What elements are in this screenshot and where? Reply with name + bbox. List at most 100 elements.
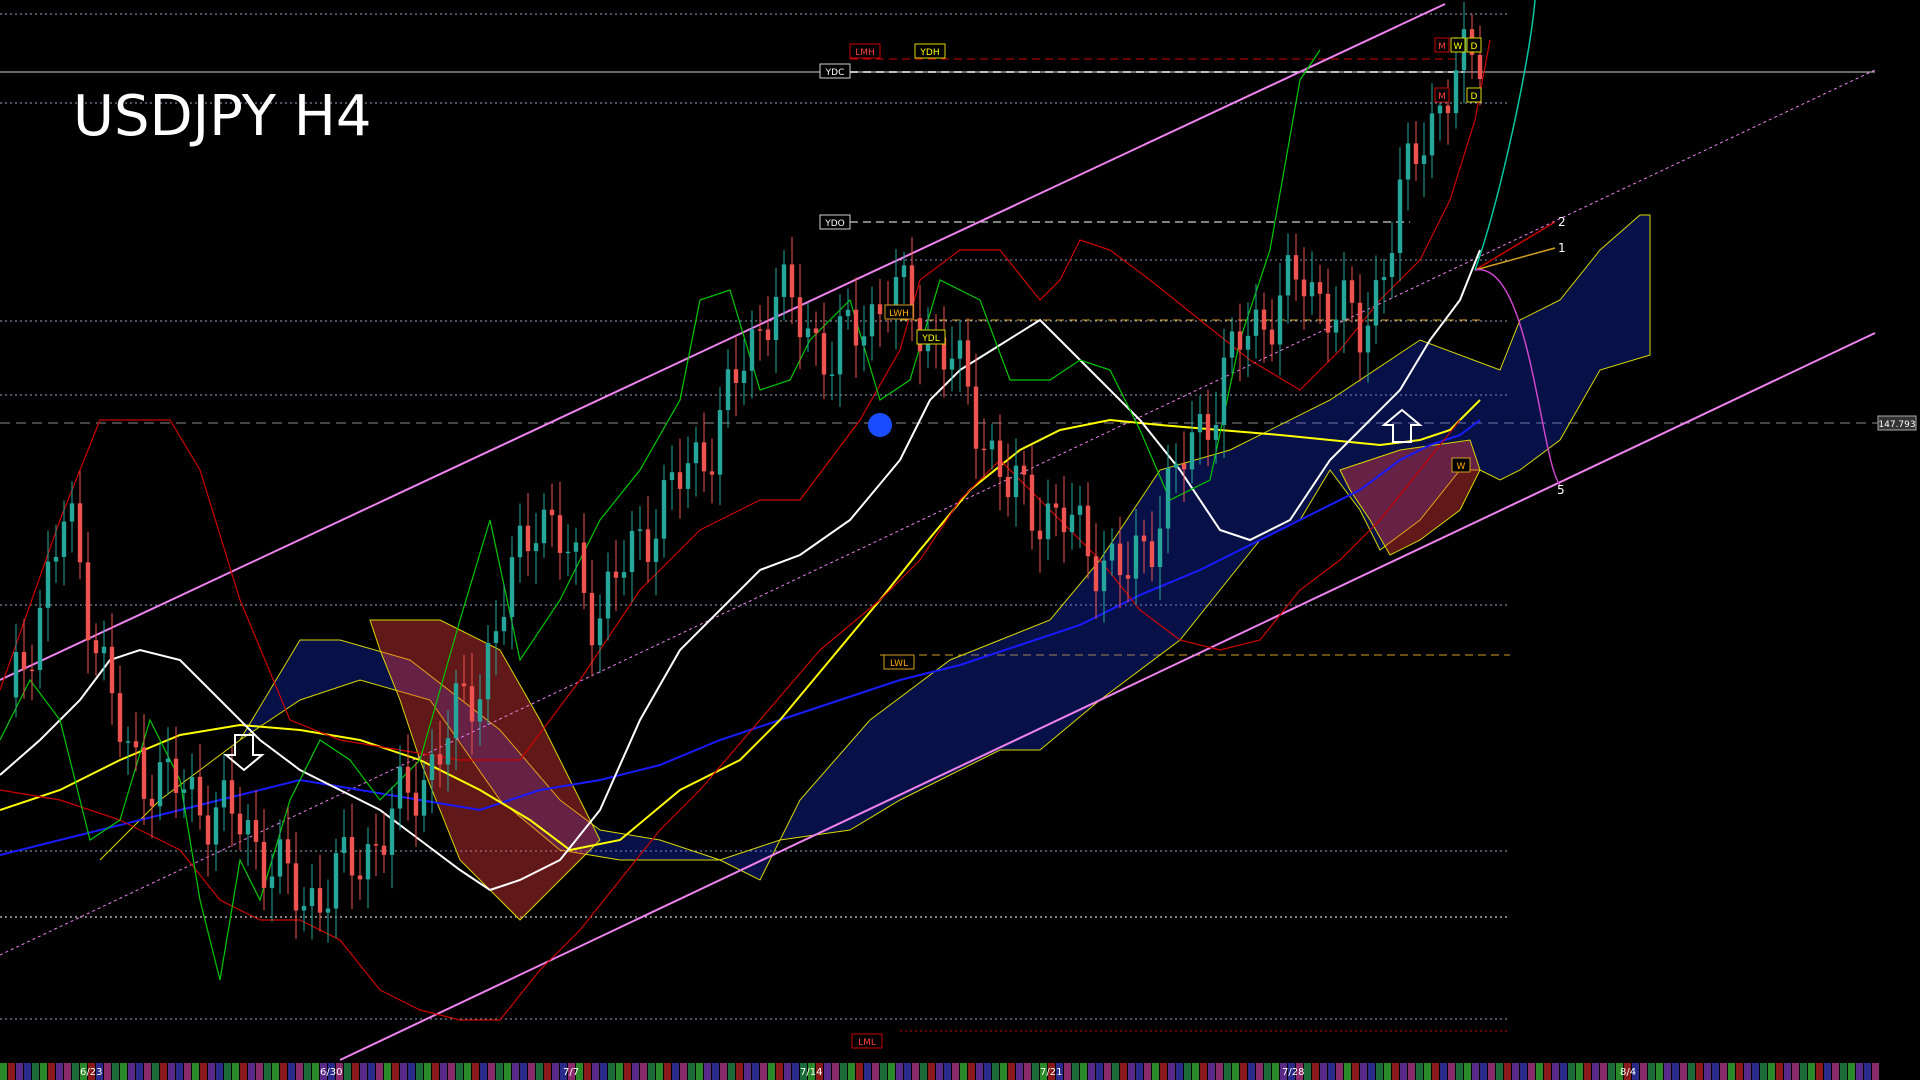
time-bar-cell (864, 1063, 871, 1080)
time-bar-cell (1568, 1063, 1575, 1080)
time-bar-cell (72, 1063, 79, 1080)
candle-body (1109, 543, 1115, 561)
candle-body (725, 369, 731, 411)
time-bar-cell (352, 1063, 359, 1080)
candle-body (621, 572, 627, 578)
time-bar-cell (672, 1063, 679, 1080)
candle-body (1237, 331, 1243, 350)
candle-body (1413, 143, 1419, 164)
time-bar-cell (624, 1063, 631, 1080)
m-tag-2: M (1438, 92, 1446, 102)
ydl-tag: YDL (921, 334, 939, 344)
candle-body (317, 888, 323, 913)
time-bar-cell (856, 1063, 863, 1080)
time-bar-cell (1840, 1063, 1847, 1080)
candle-body (573, 542, 579, 552)
candle-body (661, 480, 667, 539)
time-bar-cell (1664, 1063, 1671, 1080)
time-bar-cell (1504, 1063, 1511, 1080)
candle-body (69, 503, 75, 522)
time-bar-cell (1856, 1063, 1863, 1080)
time-bar-cell (152, 1063, 159, 1080)
candle-body (389, 808, 395, 855)
time-bar-cell (1192, 1063, 1199, 1080)
time-bar-cell (992, 1063, 999, 1080)
time-bar-cell (120, 1063, 127, 1080)
time-bar-cell (264, 1063, 271, 1080)
candle-body (149, 798, 155, 807)
candle-body (821, 333, 827, 375)
time-bar-cell (608, 1063, 615, 1080)
candle-body (693, 442, 699, 464)
time-bar-cell (768, 1063, 775, 1080)
time-bar (0, 1063, 1879, 1080)
candle-body (589, 592, 595, 646)
candle-body (1421, 155, 1427, 164)
candle-body (277, 839, 283, 877)
candle-body (197, 776, 203, 816)
wave-label-2: 2 (1558, 215, 1566, 229)
time-bar-cell (536, 1063, 543, 1080)
time-bar-cell (1456, 1063, 1463, 1080)
candle-body (37, 607, 43, 671)
time-bar-cell (1560, 1063, 1567, 1080)
price-chart[interactable]: LMH YDH YDC YDO LWH YDL LWL LML M W D M … (0, 0, 1920, 1080)
candle-body (165, 758, 171, 763)
time-bar-cell (696, 1063, 703, 1080)
candle-body (709, 471, 715, 475)
candle-body (997, 440, 1003, 477)
candle-body (533, 543, 539, 552)
time-bar-cell (648, 1063, 655, 1080)
candle-body (1389, 253, 1395, 278)
candle-body (1333, 319, 1339, 333)
time-bar-cell (760, 1063, 767, 1080)
time-bar-cell (744, 1063, 751, 1080)
time-bar-cell (0, 1063, 7, 1080)
candle-body (1053, 503, 1059, 508)
candle-body (749, 329, 755, 371)
candle-body (349, 837, 355, 876)
candle-body (173, 758, 179, 793)
time-bar-cell (656, 1063, 663, 1080)
candle-body (405, 766, 411, 793)
time-bar-cell (1112, 1063, 1119, 1080)
date-label: 7/28 (1282, 1067, 1304, 1078)
time-bar-cell (1152, 1063, 1159, 1080)
candle-body (837, 316, 843, 375)
time-bar-cell (1768, 1063, 1775, 1080)
candle-body (773, 296, 779, 341)
candle-body (869, 304, 875, 337)
time-bar-cell (1304, 1063, 1311, 1080)
time-bar-cell (1680, 1063, 1687, 1080)
time-bar-cell (1576, 1063, 1583, 1080)
time-bar-cell (1072, 1063, 1079, 1080)
time-bar-cell (1480, 1063, 1487, 1080)
time-bar-cell (1008, 1063, 1015, 1080)
time-bar-cell (1720, 1063, 1727, 1080)
time-bar-cell (1232, 1063, 1239, 1080)
time-bar-cell (240, 1063, 247, 1080)
time-bar-cell (1704, 1063, 1711, 1080)
time-bar-cell (680, 1063, 687, 1080)
wave-label-1: 1 (1558, 241, 1566, 255)
candle-body (549, 509, 555, 516)
time-bar-cell (184, 1063, 191, 1080)
candle-body (357, 875, 363, 880)
wave-label-5: 5 (1557, 483, 1565, 497)
time-bar-cell (304, 1063, 311, 1080)
time-bar-cell (528, 1063, 535, 1080)
time-bar-cell (1440, 1063, 1447, 1080)
candle-body (1477, 54, 1483, 79)
candle-body (517, 525, 523, 558)
candle-body (325, 908, 331, 913)
candle-body (1165, 467, 1171, 529)
candle-body (605, 571, 611, 619)
time-bar-cell (56, 1063, 63, 1080)
candle-body (301, 906, 307, 911)
time-bar-cell (1096, 1063, 1103, 1080)
time-bar-cell (640, 1063, 647, 1080)
candle-body (669, 472, 675, 481)
candle-body (341, 837, 347, 854)
candle-body (381, 845, 387, 855)
candle-body (1373, 280, 1379, 326)
